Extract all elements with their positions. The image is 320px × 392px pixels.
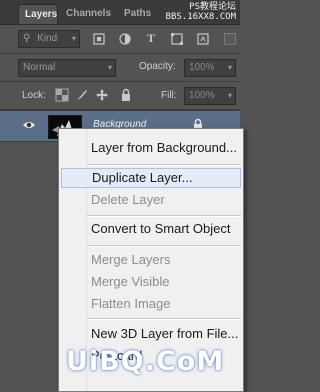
opacity-field[interactable]: 100% ▾ (184, 59, 236, 77)
fill-value: 100% (189, 90, 215, 101)
chevron-down-icon: ▾ (107, 63, 112, 72)
tab-channels[interactable]: Channels (60, 4, 117, 24)
fill-label: Fill: (161, 90, 177, 101)
chevron-down-icon: ▾ (227, 91, 232, 100)
menu-item-delete-layer[interactable]: Delete Layer (59, 190, 243, 210)
tab-paths[interactable]: Paths (118, 4, 157, 24)
watermark-bottom: UiBQ.CoM (66, 346, 225, 377)
lock-brush-icon[interactable] (75, 88, 89, 102)
blend-mode-select[interactable]: Normal ▾ (18, 59, 116, 77)
menu-item-duplicate-layer[interactable]: Duplicate Layer... (61, 168, 241, 188)
lock-label: Lock: (22, 90, 46, 101)
opacity-label: Opacity: (139, 61, 176, 72)
filter-toggle[interactable] (224, 33, 236, 45)
filter-row: ⚲ Kind ▾ T (0, 25, 240, 54)
menu-item-flatten-image[interactable]: Flatten Image (59, 294, 243, 314)
search-icon: ⚲ (23, 33, 31, 44)
filter-adjustment-icon[interactable] (118, 32, 132, 46)
fill-field[interactable]: 100% ▾ (184, 87, 236, 105)
kind-label: Kind (37, 33, 58, 44)
blend-mode-value: Normal (23, 62, 56, 73)
watermark-top: PS教程论坛 BBS.16XX8.COM (166, 2, 236, 22)
panel-tab-bar: Layers Channels Paths PS教程论坛 BBS.16XX8.C… (0, 0, 240, 25)
lock-all-icon[interactable] (119, 88, 133, 102)
opacity-value: 100% (189, 62, 215, 73)
lock-move-icon[interactable] (95, 88, 109, 102)
filter-shape-icon[interactable] (170, 32, 184, 46)
menu-separator (87, 215, 241, 217)
menu-item-convert-to-smart-object[interactable]: Convert to Smart Object (59, 219, 243, 239)
lock-row: Lock: Fill: 100% ▾ (0, 82, 240, 110)
menu-separator (87, 245, 241, 247)
filter-smart-object-icon[interactable] (196, 32, 210, 46)
lock-transparent-icon[interactable] (55, 88, 69, 102)
filter-type-icon[interactable]: T (144, 31, 158, 45)
tab-layers[interactable]: Layers (18, 4, 58, 24)
menu-item-new-3d-layer[interactable]: New 3D Layer from File... (59, 324, 243, 344)
menu-separator (87, 318, 241, 320)
watermark-line-1: PS教程论坛 (189, 2, 236, 12)
layers-panel: Layers Channels Paths PS教程论坛 BBS.16XX8.C… (0, 0, 244, 392)
filter-pixel-icon[interactable] (92, 32, 106, 46)
chevron-down-icon: ▾ (71, 34, 76, 43)
chevron-down-icon: ▾ (227, 63, 232, 72)
menu-item-merge-visible[interactable]: Merge Visible (59, 272, 243, 292)
kind-select[interactable]: ⚲ Kind ▾ (18, 30, 80, 48)
watermark-line-2: BBS.16XX8.COM (165, 12, 236, 22)
eye-icon[interactable] (22, 119, 36, 131)
blend-row: Normal ▾ Opacity: 100% ▾ (0, 54, 240, 82)
menu-item-merge-layers[interactable]: Merge Layers (59, 250, 243, 270)
menu-item-layer-from-background[interactable]: Layer from Background... (59, 138, 243, 158)
menu-separator (87, 164, 241, 166)
